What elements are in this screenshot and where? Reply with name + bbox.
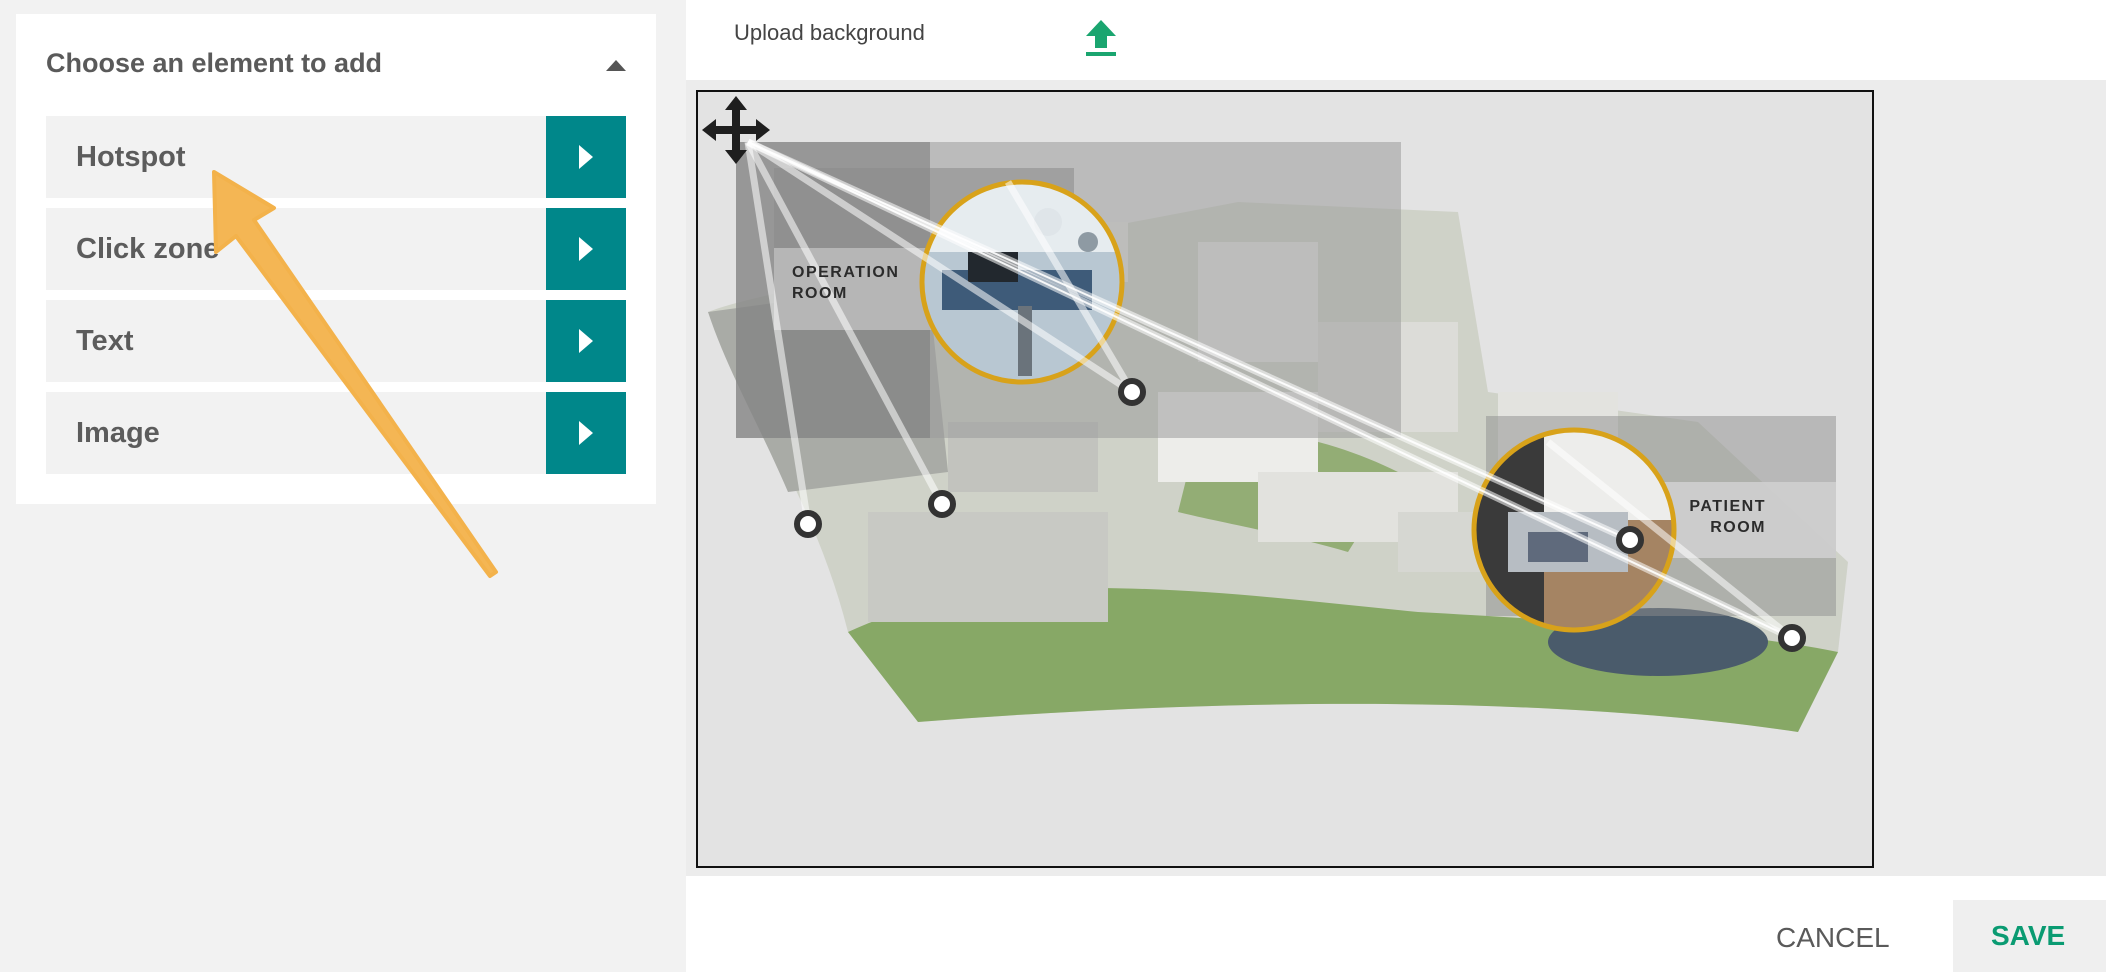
element-label-image: Image [76,417,160,449]
editor-area: Upload background OPERATION ROOM PATIENT… [686,0,2106,972]
upload-icon[interactable] [1084,18,1118,63]
upload-background-label: Upload background [734,20,925,45]
move-icon[interactable] [700,94,772,166]
upload-bar: Upload background [686,0,2106,80]
add-click-zone-button[interactable] [546,208,626,290]
callout-label-line: ROOM [1710,519,1766,536]
chevron-right-icon [579,145,593,169]
element-row-image[interactable]: Image [46,392,626,474]
cancel-button[interactable]: CANCEL [1776,922,1890,954]
collapse-caret-icon[interactable] [606,60,626,71]
footer-bar [686,876,2106,972]
chevron-right-icon [579,329,593,353]
element-row-hotspot[interactable]: Hotspot [46,116,626,198]
campus-map-image [702,96,1848,732]
element-row-text[interactable]: Text [46,300,626,382]
callout-label-line: ROOM [792,285,848,302]
chevron-right-icon [579,421,593,445]
element-chooser-panel: Choose an element to add Hotspot Click z… [16,14,656,504]
element-label-text: Text [76,325,134,357]
save-button[interactable]: SAVE [1953,900,2106,972]
panel-title: Choose an element to add [46,48,383,78]
element-label-hotspot: Hotspot [76,141,186,173]
element-row-click-zone[interactable]: Click zone [46,208,626,290]
add-image-button[interactable] [546,392,626,474]
chevron-right-icon [579,237,593,261]
add-hotspot-button[interactable] [546,116,626,198]
add-text-button[interactable] [546,300,626,382]
callout-label-line: PATIENT [1689,498,1766,515]
element-label-click-zone: Click zone [76,233,220,265]
patient-room-callout[interactable]: PATIENT ROOM [1644,496,1766,538]
operation-room-callout[interactable]: OPERATION ROOM [792,262,899,304]
hotspot-canvas[interactable]: OPERATION ROOM PATIENT ROOM [696,90,1874,868]
callout-label-line: OPERATION [792,264,900,281]
